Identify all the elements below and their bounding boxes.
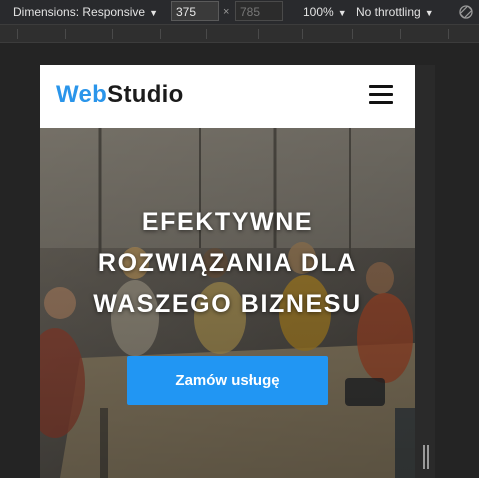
device-toolbar: Dimensions: Responsive ▼ 375 × 785 100% ▼ … (0, 0, 479, 24)
ruler-tick (206, 29, 207, 39)
logo-web: Web (56, 81, 108, 108)
site-header: WebStudio (40, 65, 415, 128)
chevron-down-icon: ▼ (149, 8, 158, 18)
hero-title: EFEKTYWNE ROZWIĄZANIA DLA WASZEGO BIZNES… (40, 202, 415, 325)
viewport-side-area (415, 65, 435, 478)
ruler-tick (352, 29, 353, 39)
times-symbol: × (223, 6, 230, 18)
ruler-tick (302, 29, 303, 39)
dimensions-dropdown[interactable]: Dimensions: Responsive ▼ (13, 0, 158, 24)
zoom-label: 100% (303, 5, 334, 19)
media-query-ruler (0, 24, 479, 43)
hero-title-line: EFEKTYWNE (141, 208, 314, 236)
rotate-icon[interactable] (458, 4, 474, 20)
device-viewport: WebStudio EFEKTYWNE ROZWIĄZANIA DLA WASZ… (40, 65, 415, 478)
ruler-tick (17, 29, 18, 39)
width-input[interactable]: 375 (171, 1, 219, 21)
height-input[interactable]: 785 (235, 1, 283, 21)
ruler-tick (400, 29, 401, 39)
menu-icon[interactable] (369, 85, 393, 105)
ruler-tick (258, 29, 259, 39)
ruler-tick (160, 29, 161, 39)
order-service-button[interactable]: Zamów usługę (127, 356, 328, 405)
dimensions-label: Dimensions: Responsive (13, 5, 146, 19)
hero-title-line: ROZWIĄZANIA DLA (97, 249, 358, 277)
hero-section: EFEKTYWNE ROZWIĄZANIA DLA WASZEGO BIZNES… (40, 128, 415, 478)
ruler-tick (65, 29, 66, 39)
throttling-label: No throttling (356, 5, 421, 19)
ruler-tick (112, 29, 113, 39)
chevron-down-icon: ▼ (424, 8, 434, 18)
resize-handle[interactable] (423, 445, 429, 469)
ruler-tick (448, 29, 449, 39)
site-logo[interactable]: WebStudio (56, 81, 184, 109)
hero-title-line: WASZEGO BIZNESU (93, 290, 362, 318)
throttling-dropdown[interactable]: No throttling ▼ (356, 0, 434, 24)
logo-studio: Studio (107, 81, 184, 108)
zoom-dropdown[interactable]: 100% ▼ (303, 0, 347, 24)
chevron-down-icon: ▼ (337, 8, 347, 18)
